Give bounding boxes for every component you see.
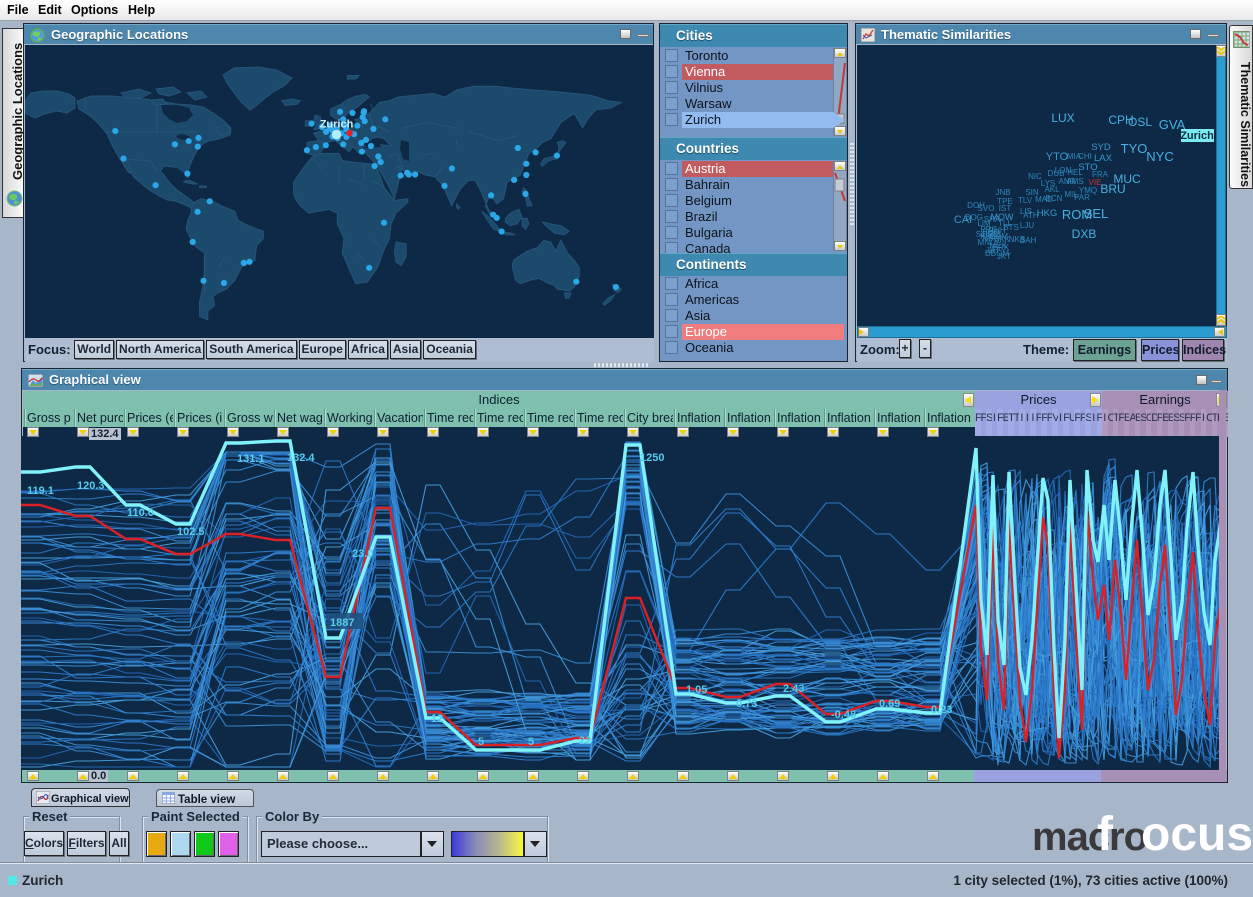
svg-text:119.1: 119.1 (27, 485, 54, 497)
svg-text:2.43: 2.43 (783, 683, 804, 695)
svg-text:LJU: LJU (1020, 221, 1034, 230)
svg-text:NYC: NYC (1146, 149, 1173, 164)
svg-text:132.4: 132.4 (287, 452, 315, 464)
svg-text:LUX: LUX (1051, 111, 1074, 125)
svg-text:CHI: CHI (1078, 152, 1092, 161)
svg-text:110.0: 110.0 (127, 507, 154, 519)
svg-text:1250: 1250 (640, 452, 664, 464)
svg-text:JKT: JKT (997, 252, 1011, 261)
svg-text:0.73: 0.73 (736, 698, 757, 710)
svg-text:BCN: BCN (1046, 194, 1063, 203)
svg-text:5: 5 (528, 736, 534, 748)
svg-text:BAH: BAH (1020, 236, 1037, 245)
svg-text:23.0: 23.0 (352, 548, 373, 560)
svg-text:AKL: AKL (1044, 185, 1060, 194)
svg-text:BRU: BRU (1100, 182, 1125, 196)
svg-text:12: 12 (431, 713, 443, 725)
svg-text:HKG: HKG (1037, 208, 1058, 219)
svg-text:1.05: 1.05 (686, 684, 707, 696)
svg-text:SYD: SYD (1091, 142, 1111, 153)
svg-text:SEL: SEL (1084, 206, 1109, 221)
svg-text:131.1: 131.1 (237, 453, 265, 465)
svg-text:22: 22 (579, 735, 591, 747)
svg-text:HEL: HEL (1067, 168, 1083, 177)
svg-text:JNB: JNB (995, 188, 1010, 197)
svg-text:ANR: ANR (1059, 177, 1076, 186)
svg-text:YTO: YTO (1046, 151, 1069, 163)
svg-text:102.5: 102.5 (177, 526, 205, 538)
svg-text:OSL: OSL (1128, 115, 1152, 129)
svg-text:Zurich: Zurich (320, 119, 354, 131)
svg-text:120.3: 120.3 (77, 480, 105, 492)
svg-text:DXB: DXB (1072, 227, 1097, 241)
svg-text:PRG: PRG (980, 225, 997, 234)
svg-text:-0.48: -0.48 (831, 709, 856, 721)
svg-text:PAR: PAR (1074, 193, 1090, 202)
svg-text:0.23: 0.23 (931, 704, 952, 716)
svg-text:TLV: TLV (1018, 196, 1033, 205)
svg-text:0.69: 0.69 (879, 698, 900, 710)
svg-text:1887: 1887 (330, 617, 354, 629)
svg-text:Zurich: Zurich (1180, 130, 1214, 142)
svg-text:TYO: TYO (1121, 141, 1148, 156)
svg-text:VIE: VIE (1089, 178, 1102, 187)
svg-text:5: 5 (478, 736, 484, 748)
